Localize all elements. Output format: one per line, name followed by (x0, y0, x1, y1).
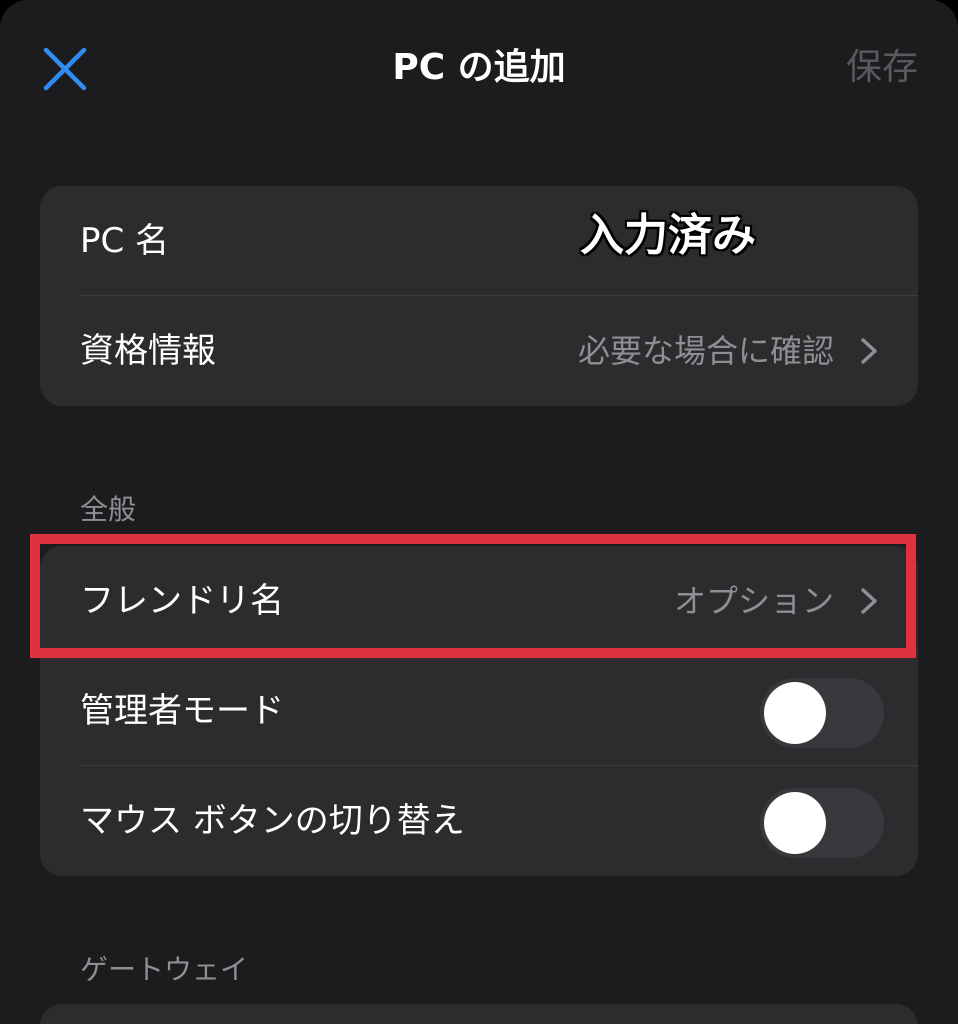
general-group: フレンドリ名 オプション 管理者モード マウス ボタンの切り替え (40, 546, 918, 876)
general-section-header: 全般 (80, 493, 137, 526)
connection-group: PC 名 入力済み 資格情報 必要な場合に確認 (40, 186, 918, 406)
gateway-group (40, 1004, 918, 1024)
credentials-row[interactable]: 資格情報 必要な場合に確認 (40, 296, 918, 406)
swap-mouse-toggle[interactable] (760, 788, 884, 858)
navigation-bar: PC の追加 保存 (0, 0, 958, 140)
admin-mode-toggle[interactable] (760, 678, 884, 748)
friendly-name-row[interactable]: フレンドリ名 オプション (40, 546, 918, 656)
credentials-value: 必要な場合に確認 (577, 332, 834, 370)
friendly-name-value: オプション (673, 582, 834, 620)
admin-mode-label: 管理者モード (80, 691, 284, 731)
pc-name-label: PC 名 (80, 221, 170, 261)
page-title: PC の追加 (392, 47, 566, 88)
pc-name-row[interactable]: PC 名 入力済み (40, 186, 918, 296)
toggle-knob (764, 792, 826, 854)
admin-mode-row: 管理者モード (40, 656, 918, 766)
pc-name-filled-annotation: 入力済み (580, 210, 756, 261)
chevron-right-icon (861, 338, 877, 364)
toggle-knob (764, 682, 826, 744)
credentials-label: 資格情報 (80, 331, 216, 371)
gateway-section-header: ゲートウェイ (80, 953, 249, 986)
add-pc-screen: PC の追加 保存 PC 名 入力済み 資格情報 必要な場合に確認 全般 フレン… (0, 0, 958, 1024)
friendly-name-label: フレンドリ名 (80, 581, 284, 621)
swap-mouse-label: マウス ボタンの切り替え (80, 801, 465, 841)
swap-mouse-row: マウス ボタンの切り替え (40, 766, 918, 876)
save-button[interactable]: 保存 (846, 42, 918, 94)
chevron-right-icon (861, 588, 877, 614)
